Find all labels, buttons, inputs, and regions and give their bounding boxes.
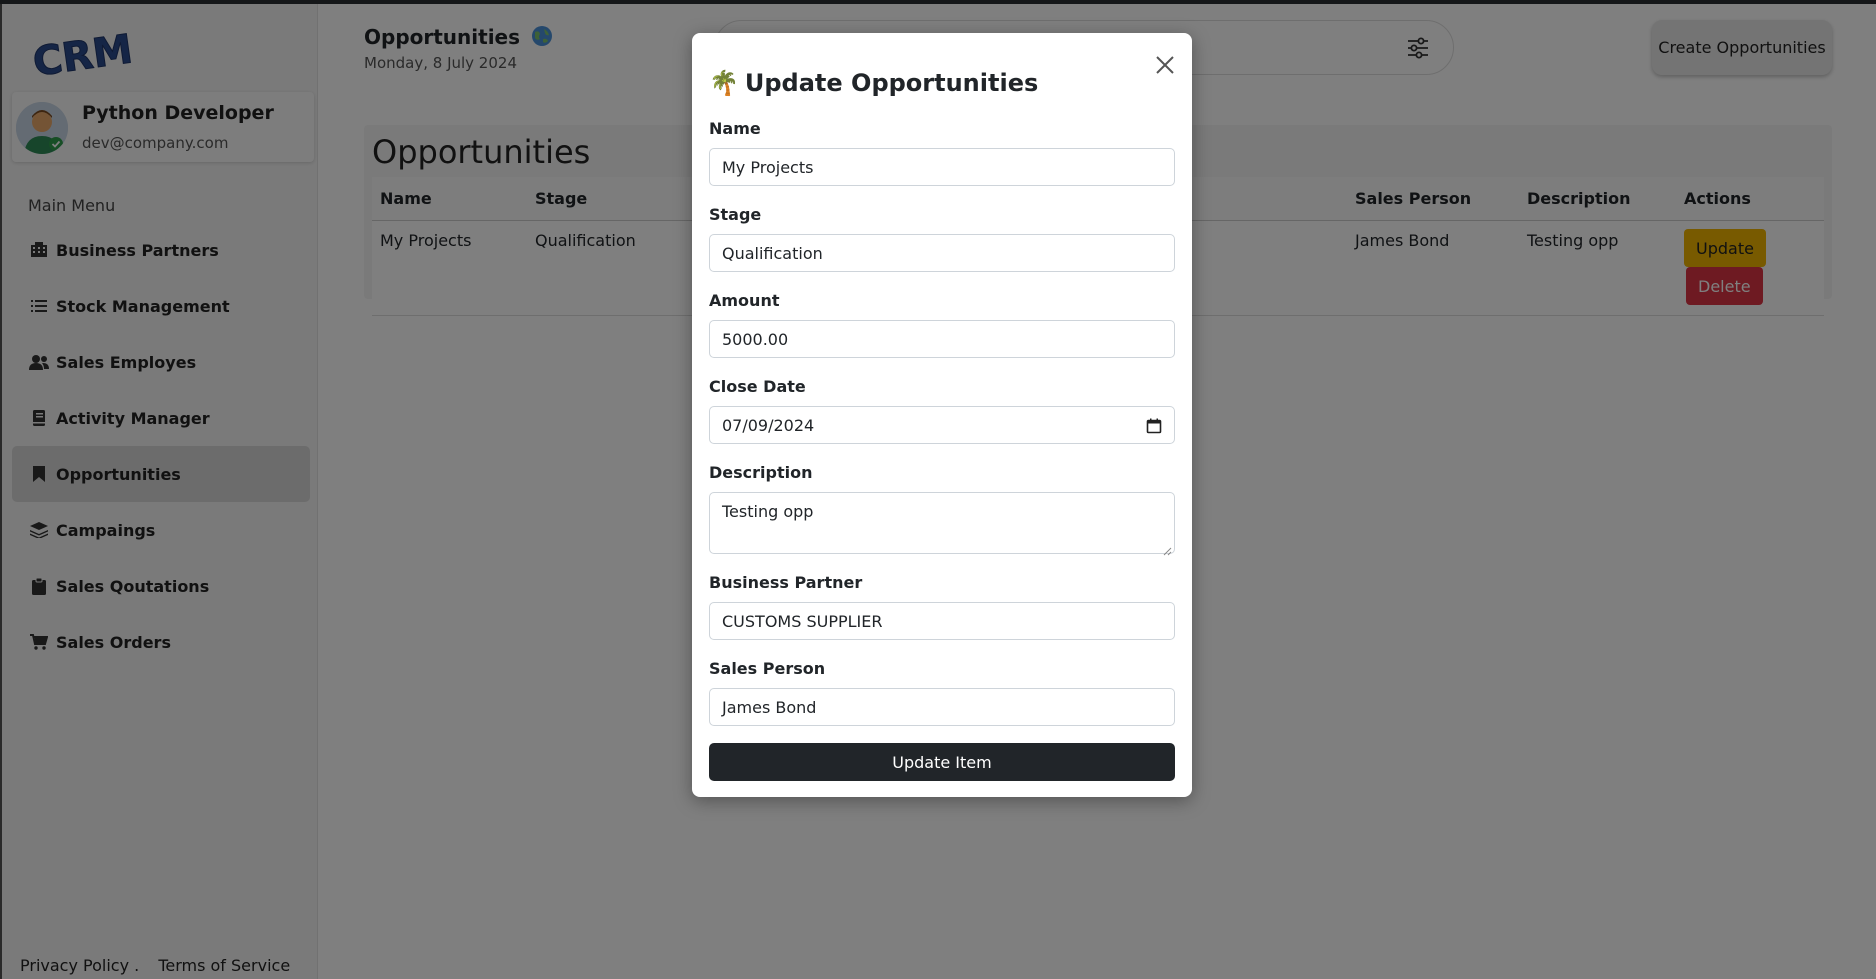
close-date-field[interactable]: 07/09/2024: [709, 406, 1175, 444]
description-field[interactable]: Testing opp: [709, 492, 1175, 556]
close-date-label: Close Date: [709, 377, 806, 396]
stage-field[interactable]: Qualification: [709, 234, 1175, 272]
amount-label: Amount: [709, 291, 780, 310]
update-item-button[interactable]: Update Item: [709, 743, 1175, 781]
update-opportunities-modal: 🌴 Update Opportunities Name My Projects …: [692, 33, 1192, 797]
stage-label: Stage: [709, 205, 762, 224]
modal-title: 🌴 Update Opportunities: [709, 69, 1039, 97]
resize-handle-icon[interactable]: [1162, 541, 1172, 556]
name-label: Name: [709, 119, 761, 138]
close-modal-button[interactable]: [1150, 50, 1180, 80]
calendar-icon[interactable]: [1146, 418, 1162, 434]
description-label: Description: [709, 463, 813, 482]
sales-person-field[interactable]: James Bond: [709, 688, 1175, 726]
sales-person-label: Sales Person: [709, 659, 826, 678]
palm-tree-icon: 🌴: [709, 69, 739, 97]
business-partner-field[interactable]: CUSTOMS SUPPLIER: [709, 602, 1175, 640]
close-icon: [1150, 56, 1180, 83]
close-date-value: 07/09/2024: [722, 415, 815, 435]
name-field[interactable]: My Projects: [709, 148, 1175, 186]
amount-field[interactable]: 5000.00: [709, 320, 1175, 358]
business-partner-label: Business Partner: [709, 573, 863, 592]
description-value: Testing opp: [722, 502, 814, 521]
